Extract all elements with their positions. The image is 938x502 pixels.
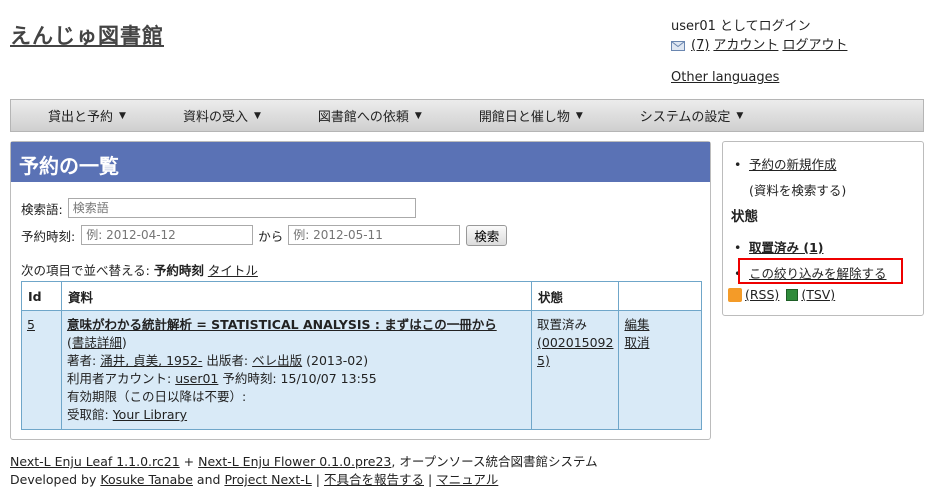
col-id: Id [21, 281, 62, 311]
author-link[interactable]: 涌井, 貞美, 1952- [100, 353, 202, 368]
expiry-text: 有効期限（この日以降は不要）: [67, 389, 247, 404]
footer: Next-L Enju Leaf 1.1.0.rc21 + Next-L Enj… [10, 453, 598, 489]
user-label: 利用者アカウント: [67, 371, 172, 386]
footer-tagline: , オープンソース統合図書館システム [391, 454, 598, 469]
author-label: 著者: [67, 353, 97, 368]
table-row: 5 意味がわかる統計解析 = STATISTICAL ANALYSIS : まず… [21, 310, 702, 430]
developed-by: Developed by [10, 472, 97, 487]
enju-leaf-link[interactable]: Next-L Enju Leaf 1.1.0.rc21 [10, 454, 180, 469]
spreadsheet-icon [786, 288, 799, 301]
site-title[interactable]: えんじゅ図書館 [10, 20, 164, 50]
footer-and: and [196, 472, 221, 487]
footer-separator: | [427, 472, 433, 487]
sort-current: 予約時刻 [153, 263, 204, 278]
mail-count-link[interactable]: (7) [691, 36, 709, 55]
nav-label: 資料の受入 [182, 110, 248, 125]
rss-icon [728, 287, 742, 302]
sidebar: 予約の新規作成 (資料を検索する) 状態 取置済み (1) この絞り込みを解除す… [722, 141, 924, 316]
tsv-link[interactable]: (TSV) [801, 287, 835, 302]
highlight-box [738, 258, 903, 284]
publisher-label: 出版者: [206, 353, 249, 368]
report-bug-link[interactable]: 不具合を報告する [324, 472, 424, 487]
new-reservation-link[interactable]: 予約の新規作成 [749, 157, 837, 172]
edit-link[interactable]: 編集 [624, 317, 649, 332]
filter-current-link[interactable]: 取置済み (1) [749, 240, 823, 255]
search-label: 検索語: [21, 201, 63, 217]
main-nav: 貸出と予約 ▼ 資料の受入 ▼ 図書館への依頼 ▼ 開館日と催し物 ▼ システムの設定 ▼ [10, 99, 924, 132]
account-link[interactable]: アカウント [713, 36, 778, 55]
search-button[interactable]: 検索 [466, 224, 508, 246]
logout-link[interactable]: ログアウト [782, 36, 847, 55]
nav-label: システムの設定 [639, 110, 731, 125]
caret-down-icon: ▼ [414, 110, 422, 121]
nav-circulation[interactable]: 貸出と予約 ▼ [11, 106, 146, 125]
project-link[interactable]: Project Next-L [224, 472, 311, 487]
col-item: 資料 [61, 281, 532, 311]
nav-requests[interactable]: 図書館への依頼 ▼ [281, 106, 442, 125]
feed-links: (RSS) (TSV) [728, 287, 835, 302]
footer-plus: + [183, 454, 195, 469]
date-separator: から [258, 228, 284, 244]
col-status: 状態 [530, 281, 620, 311]
mail-icon[interactable] [671, 40, 685, 51]
pickup-label: 受取館: [67, 407, 109, 422]
caret-down-icon: ▼ [736, 110, 744, 121]
date-to-input[interactable] [288, 225, 461, 245]
pickup-library-link[interactable]: Your Library [113, 407, 187, 422]
nav-system-settings[interactable]: システムの設定 ▼ [603, 106, 764, 125]
footer-separator: | [315, 472, 320, 487]
sort-prefix: 次の項目で並べ替える: [21, 263, 150, 278]
page-title: 予約の一覧 [11, 142, 710, 182]
reservations-table: Id 資料 状態 5 意味がわかる統計解析 = STATISTICAL ANAL… [21, 281, 702, 430]
nav-label: 図書館への依頼 [317, 110, 409, 125]
nav-label: 開館日と催し物 [478, 110, 570, 125]
rss-link[interactable]: (RSS) [745, 287, 779, 302]
date-from-input[interactable] [81, 225, 254, 245]
sort-by-title-link[interactable]: タイトル [208, 263, 258, 278]
nav-acquisition[interactable]: 資料の受入 ▼ [146, 106, 281, 125]
item-code-link-cont[interactable]: 5) [537, 353, 550, 368]
status-heading: 状態 [731, 209, 758, 225]
author-link-footer[interactable]: Kosuke Tanabe [100, 472, 193, 487]
caret-down-icon: ▼ [119, 110, 126, 121]
search-input[interactable] [67, 198, 416, 218]
search-form: 検索語: 予約時刻: から 検索 [21, 196, 508, 250]
reservation-id-link[interactable]: 5 [27, 317, 35, 332]
bib-detail-link[interactable]: 書誌詳細 [72, 335, 122, 350]
manual-link[interactable]: マニュアル [436, 472, 498, 487]
cancel-link[interactable]: 取消 [624, 335, 649, 350]
other-languages-link[interactable]: Other languages [671, 70, 779, 85]
col-actions [618, 281, 702, 311]
caret-down-icon: ▼ [253, 110, 261, 121]
nav-events[interactable]: 開館日と催し物 ▼ [442, 106, 603, 125]
status-text: 取置済み [537, 317, 588, 332]
date-label: 予約時刻: [21, 228, 76, 244]
sort-options: 次の項目で並べ替える: 予約時刻 タイトル [21, 260, 258, 279]
publisher-link[interactable]: ベレ出版 [252, 353, 302, 368]
user-box: user01 としてログイン (7) アカウント ログアウト [671, 17, 847, 55]
item-code-link[interactable]: (002015092 [537, 335, 613, 350]
login-status: user01 としてログイン [671, 19, 811, 34]
pub-year: (2013-02) [306, 353, 369, 368]
book-title-link[interactable]: 意味がわかる統計解析 = STATISTICAL ANALYSIS : まずはこ… [67, 317, 497, 332]
caret-down-icon: ▼ [575, 110, 583, 121]
nav-label: 貸出と予約 [48, 110, 114, 125]
enju-flower-link[interactable]: Next-L Enju Flower 0.1.0.pre23 [198, 454, 391, 469]
user-link[interactable]: user01 [175, 371, 218, 386]
reservation-list-panel: 予約の一覧 検索語: 予約時刻: から 検索 次の項目で並べ替える: 予約時刻 … [10, 141, 711, 440]
reserved-time: 予約時刻: 15/10/07 13:55 [222, 371, 377, 386]
search-hint: (資料を検索する) [749, 183, 847, 198]
